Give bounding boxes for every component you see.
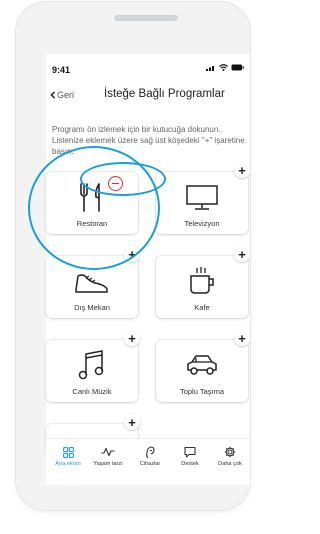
add-program-button[interactable]: + [124,246,140,262]
home-grid-icon [62,446,74,458]
program-card-televizyon[interactable]: Televizyon + [156,162,250,234]
add-program-button[interactable]: + [234,162,250,178]
tab-home[interactable]: Ana ekran [48,445,88,467]
program-card-dis-mekan[interactable]: Dış Mekan + [46,246,140,318]
music-note-icon [78,350,104,380]
chevron-left-icon [50,91,56,99]
program-card-restoran[interactable]: Restoran [46,172,138,234]
program-label: Televizyon [184,219,220,228]
back-label: Geri [57,90,75,100]
battery-icon [231,64,244,71]
add-program-button[interactable]: + [124,330,140,346]
page-title: İsteğe Bağlı Programlar [104,88,225,100]
tab-lifestyle[interactable]: Yaşam tarzı [88,445,128,467]
tab-more[interactable]: Daha çok [210,445,250,467]
add-program-button[interactable]: + [234,330,250,346]
wifi-icon [219,64,228,71]
tab-label: Ana ekran [55,461,81,467]
tab-support[interactable]: Destek [170,445,210,467]
add-program-button[interactable]: + [124,414,140,430]
back-button[interactable]: Geri [50,90,74,100]
program-label: Dış Mekan [74,303,110,312]
tab-bar: Ana ekran Yaşam tarzı Cihazlar Destek Da… [46,438,250,485]
program-label: Canlı Müzik [72,387,112,396]
program-label: Kafe [194,303,210,312]
status-icons [206,64,244,71]
activity-icon [101,447,115,457]
tab-label: Yaşam tarzı [93,461,123,467]
signal-icon [206,66,214,71]
program-card-toplu-tasima[interactable]: Toplu Taşıma + [156,330,250,402]
coffee-icon [190,267,214,294]
program-label: Toplu Taşıma [179,387,225,396]
program-label: Restoran [76,219,108,228]
gear-icon [224,446,236,458]
tab-devices[interactable]: Cihazlar [130,445,170,467]
instructions-text: Programı ön izlemek için bir kutucuğa do… [52,125,245,156]
tab-label: Daha çok [218,461,242,467]
phone-frame: 9:41 Geri İsteğe Bağlı Programlar Progra… [16,2,250,510]
shoe-icon [75,274,108,293]
tab-label: Cihazlar [139,461,161,467]
restaurant-icon [80,183,100,212]
hearing-aid-icon [146,445,155,458]
add-program-button[interactable]: + [234,246,250,262]
car-icon [187,355,217,375]
tv-icon [186,185,218,210]
navigation-bar: Geri İsteğe Bağlı Programlar [46,84,250,106]
program-card-kafe[interactable]: Kafe + [156,246,250,318]
program-card-canli-muzik[interactable]: Canlı Müzik + [46,330,140,402]
status-bar: 9:41 [46,54,250,80]
remove-program-button[interactable] [108,176,123,191]
chat-icon [184,446,196,458]
tab-label: Destek [181,461,199,467]
phone-speaker [114,15,178,21]
status-time: 9:41 [52,65,71,75]
